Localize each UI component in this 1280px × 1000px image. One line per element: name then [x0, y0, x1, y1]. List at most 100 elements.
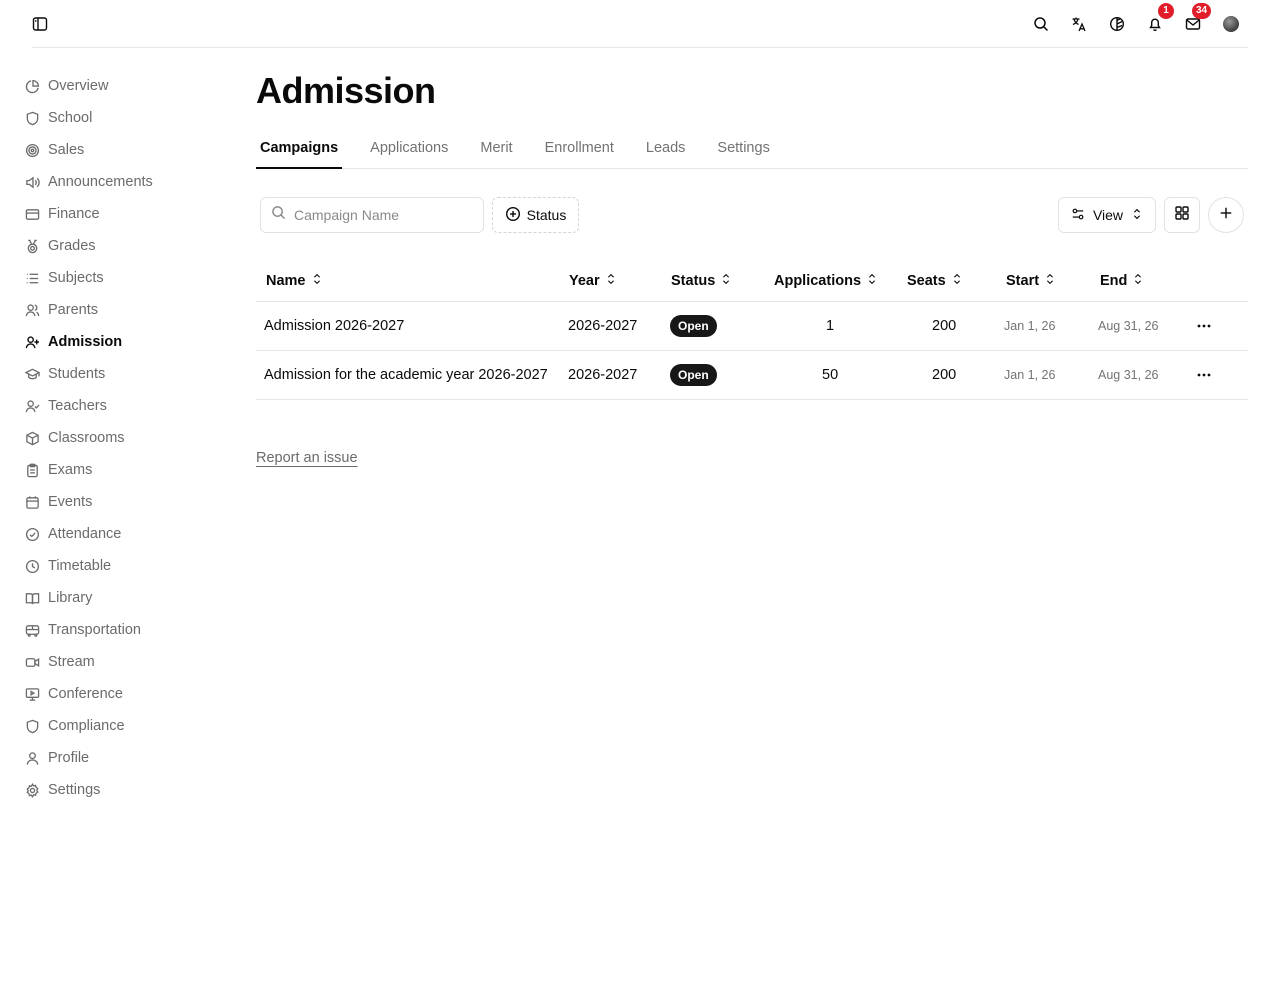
cell-seats: 200 — [932, 318, 957, 334]
credit-card-icon — [24, 206, 40, 222]
column-header-seats[interactable]: Seats — [907, 261, 962, 301]
pie-chart-icon — [24, 78, 40, 94]
bell-icon[interactable]: 1 — [1136, 3, 1174, 38]
search-icon — [271, 205, 286, 225]
report-issue-link[interactable]: Report an issue — [256, 450, 358, 466]
calendar-icon — [24, 494, 40, 510]
sidebar-item-classrooms[interactable]: Classrooms — [20, 422, 220, 454]
column-header-end[interactable]: End — [1100, 261, 1143, 301]
tab-applications[interactable]: Applications — [366, 128, 452, 168]
sort-icon — [312, 272, 322, 290]
table-row[interactable]: Admission 2026-2027 2026-2027 Open 1 200… — [256, 302, 1248, 351]
user-plus-icon — [24, 334, 40, 350]
sidebar-item-label: Sales — [48, 142, 85, 158]
search-field — [260, 197, 484, 233]
search-input[interactable] — [294, 207, 474, 223]
sidebar-item-conference[interactable]: Conference — [20, 678, 220, 710]
box-icon — [24, 430, 40, 446]
sidebar-item-sales[interactable]: Sales — [20, 134, 220, 166]
row-actions-menu-icon[interactable] — [1192, 351, 1216, 399]
bus-icon — [24, 622, 40, 638]
tab-campaigns[interactable]: Campaigns — [256, 128, 343, 169]
sort-icon — [952, 272, 962, 290]
sidebar-item-label: Library — [48, 590, 93, 606]
translate-icon[interactable] — [1060, 10, 1098, 38]
cell-year: 2026-2027 — [568, 318, 638, 334]
column-header-applications[interactable]: Applications — [774, 261, 877, 301]
avatar[interactable] — [1212, 10, 1250, 38]
sidebar-item-admission[interactable]: Admission — [20, 326, 220, 358]
sidebar-item-school[interactable]: School — [20, 102, 220, 134]
sidebar-item-label: Compliance — [48, 718, 125, 734]
graduation-cap-icon — [24, 366, 40, 382]
sidebar-item-events[interactable]: Events — [20, 486, 220, 518]
sliders-icon — [1071, 207, 1085, 224]
column-label: Status — [671, 273, 716, 289]
sidebar-item-attendance[interactable]: Attendance — [20, 518, 220, 550]
mail-icon[interactable]: 34 — [1174, 3, 1212, 38]
tab-enrollment[interactable]: Enrollment — [541, 128, 618, 168]
sidebar-item-label: Grades — [48, 238, 96, 254]
column-label: Seats — [907, 273, 946, 289]
grid-view-button[interactable] — [1164, 197, 1200, 233]
sidebar-item-profile[interactable]: Profile — [20, 742, 220, 774]
book-open-icon — [24, 590, 40, 606]
target-icon — [24, 142, 40, 158]
column-header-name[interactable]: Name — [266, 261, 322, 301]
users-icon — [24, 302, 40, 318]
page-title: Admission — [256, 70, 436, 111]
add-campaign-button[interactable] — [1208, 197, 1244, 233]
shield-icon — [24, 718, 40, 734]
megaphone-icon — [24, 174, 40, 190]
sidebar-item-transportation[interactable]: Transportation — [20, 614, 220, 646]
tab-leads[interactable]: Leads — [642, 128, 690, 168]
tab-merit[interactable]: Merit — [476, 128, 516, 168]
cell-name[interactable]: Admission for the academic year 2026-202… — [264, 351, 548, 399]
row-actions-menu-icon[interactable] — [1192, 302, 1216, 350]
sidebar-item-label: School — [48, 110, 93, 126]
sidebar-item-announcements[interactable]: Announcements — [20, 166, 220, 198]
sidebar-item-label: Parents — [48, 302, 98, 318]
sidebar-item-label: Conference — [48, 686, 123, 702]
cell-name[interactable]: Admission 2026-2027 — [264, 302, 404, 350]
sidebar-item-stream[interactable]: Stream — [20, 646, 220, 678]
sidebar-item-timetable[interactable]: Timetable — [20, 550, 220, 582]
sidebar-toggle-icon[interactable] — [28, 12, 52, 36]
sidebar-item-label: Finance — [48, 206, 100, 222]
column-label: Name — [266, 273, 306, 289]
sidebar-item-compliance[interactable]: Compliance — [20, 710, 220, 742]
cell-seats: 200 — [932, 367, 957, 383]
sidebar-item-parents[interactable]: Parents — [20, 294, 220, 326]
column-label: Start — [1006, 273, 1040, 289]
sidebar-item-exams[interactable]: Exams — [20, 454, 220, 486]
sort-icon — [1133, 272, 1143, 290]
sidebar-item-label: Settings — [48, 782, 101, 798]
column-header-status[interactable]: Status — [671, 261, 731, 301]
grid-icon — [1174, 205, 1190, 226]
theme-toggle-icon[interactable] — [1098, 10, 1136, 38]
column-header-start[interactable]: Start — [1006, 261, 1055, 301]
status-badge: Open — [670, 315, 717, 337]
sidebar-item-subjects[interactable]: Subjects — [20, 262, 220, 294]
avatar-image — [1223, 16, 1239, 32]
sidebar-item-library[interactable]: Library — [20, 582, 220, 614]
table-row[interactable]: Admission for the academic year 2026-202… — [256, 351, 1248, 400]
sidebar-item-label: Timetable — [48, 558, 112, 574]
search-icon[interactable] — [1022, 10, 1060, 38]
status-filter-button[interactable]: Status — [492, 197, 579, 233]
presentation-icon — [24, 686, 40, 702]
sidebar-item-teachers[interactable]: Teachers — [20, 390, 220, 422]
list-icon — [24, 270, 40, 286]
plus-icon — [1219, 206, 1233, 225]
sidebar-item-label: Teachers — [48, 398, 107, 414]
view-options-button[interactable]: View — [1058, 197, 1156, 233]
sidebar-item-settings[interactable]: Settings — [20, 774, 220, 806]
sidebar-item-overview[interactable]: Overview — [20, 70, 220, 102]
sidebar-item-grades[interactable]: Grades — [20, 230, 220, 262]
sidebar-item-students[interactable]: Students — [20, 358, 220, 390]
message-badge: 34 — [1192, 3, 1212, 19]
tab-settings[interactable]: Settings — [713, 128, 773, 168]
column-header-year[interactable]: Year — [569, 261, 616, 301]
sidebar-item-finance[interactable]: Finance — [20, 198, 220, 230]
sidebar-item-label: Admission — [48, 334, 123, 350]
